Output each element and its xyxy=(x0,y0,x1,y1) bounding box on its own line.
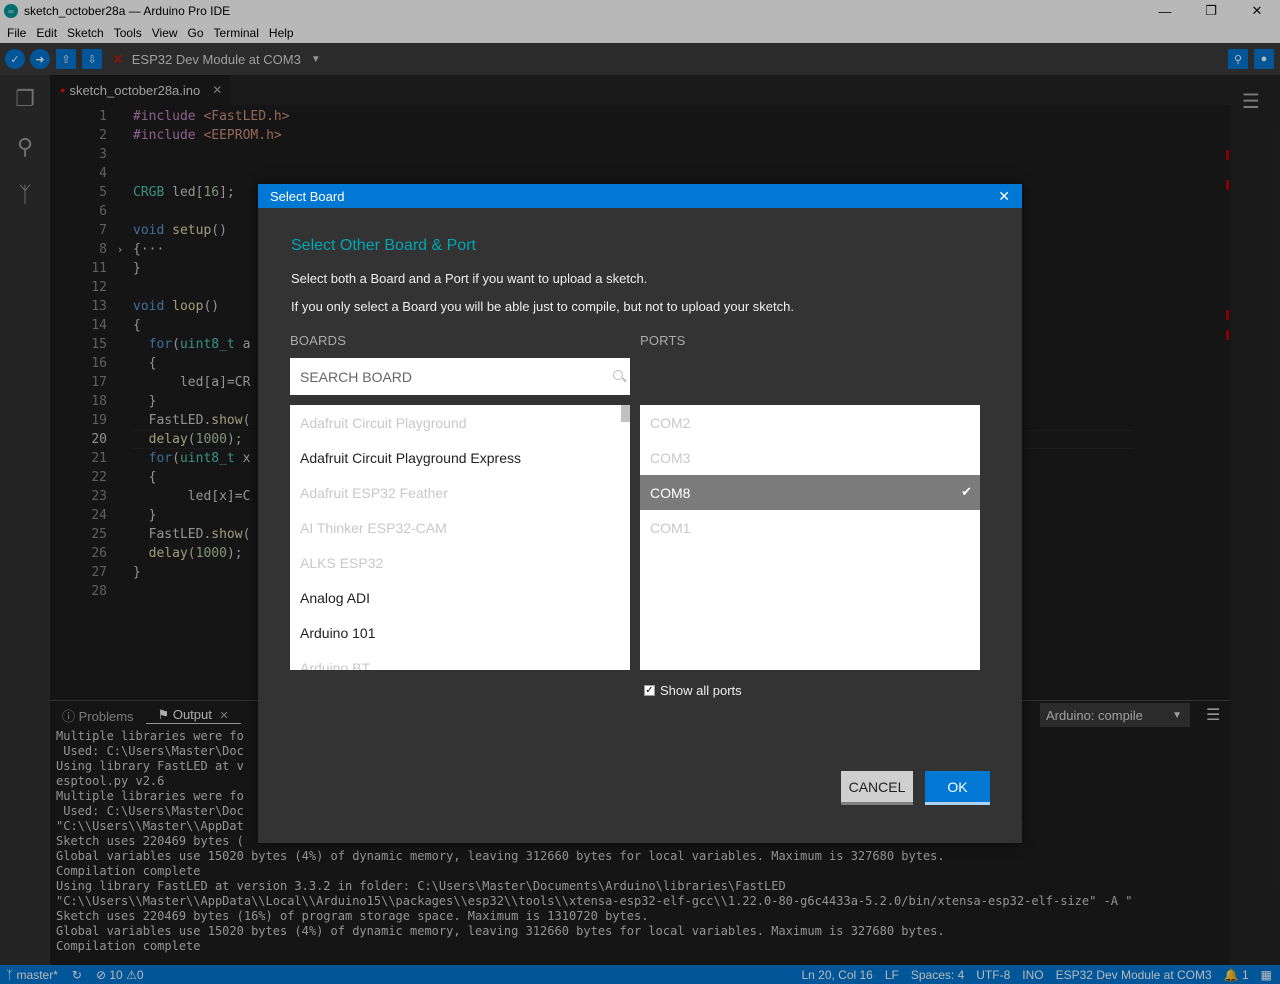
port-list[interactable]: COM2 COM3 COM8 ✔ COM1 xyxy=(640,405,980,670)
close-dialog-icon[interactable]: ✕ xyxy=(998,188,1010,205)
board-list[interactable]: Adafruit Circuit Playground Adafruit Circ… xyxy=(290,405,630,670)
board-list-item[interactable]: AI Thinker ESP32-CAM xyxy=(290,510,630,545)
dialog-title: Select Board xyxy=(270,188,345,204)
board-list-item[interactable]: Arduino 101 xyxy=(290,615,630,650)
search-icon xyxy=(613,370,623,380)
board-list-item[interactable]: Adafruit Circuit Playground Express xyxy=(290,440,630,475)
checkmark-icon: ✔ xyxy=(961,484,972,499)
board-list-item[interactable]: Adafruit ESP32 Feather xyxy=(290,475,630,510)
board-list-item[interactable]: Adafruit Circuit Playground xyxy=(290,405,630,440)
boards-label: BOARDS xyxy=(290,333,347,348)
port-list-item[interactable]: COM3 xyxy=(640,440,980,475)
port-label: COM2 xyxy=(650,414,691,431)
show-all-ports-label: Show all ports xyxy=(660,683,742,698)
dialog-description-1: Select both a Board and a Port if you wa… xyxy=(291,271,648,286)
board-list-item[interactable]: Analog ADI xyxy=(290,580,630,615)
board-search-input[interactable] xyxy=(290,358,630,395)
board-list-item[interactable]: Arduino BT xyxy=(290,650,630,671)
dialog-heading: Select Other Board & Port xyxy=(291,237,476,254)
port-list-item[interactable]: COM8 ✔ xyxy=(640,475,980,510)
board-list-item[interactable]: ALKS ESP32 xyxy=(290,545,630,580)
port-label: COM1 xyxy=(650,519,691,536)
show-all-ports-checkbox[interactable]: ✓ Show all ports xyxy=(644,683,742,698)
board-list-scrollbar[interactable] xyxy=(621,405,630,422)
port-label: COM8 xyxy=(650,484,691,501)
port-label: COM3 xyxy=(650,449,691,466)
dialog-description-2: If you only select a Board you will be a… xyxy=(291,299,794,314)
ports-label: PORTS xyxy=(640,333,686,348)
port-list-item[interactable]: COM1 xyxy=(640,510,980,545)
port-list-item[interactable]: COM2 xyxy=(640,405,980,440)
select-board-dialog: Select Board ✕ Select Other Board & Port… xyxy=(258,184,1022,843)
checkbox-checked-icon: ✓ xyxy=(644,685,655,696)
dialog-header: Select Board ✕ xyxy=(258,184,1022,208)
ok-button[interactable]: OK xyxy=(925,771,990,805)
cancel-button[interactable]: CANCEL xyxy=(841,771,913,805)
